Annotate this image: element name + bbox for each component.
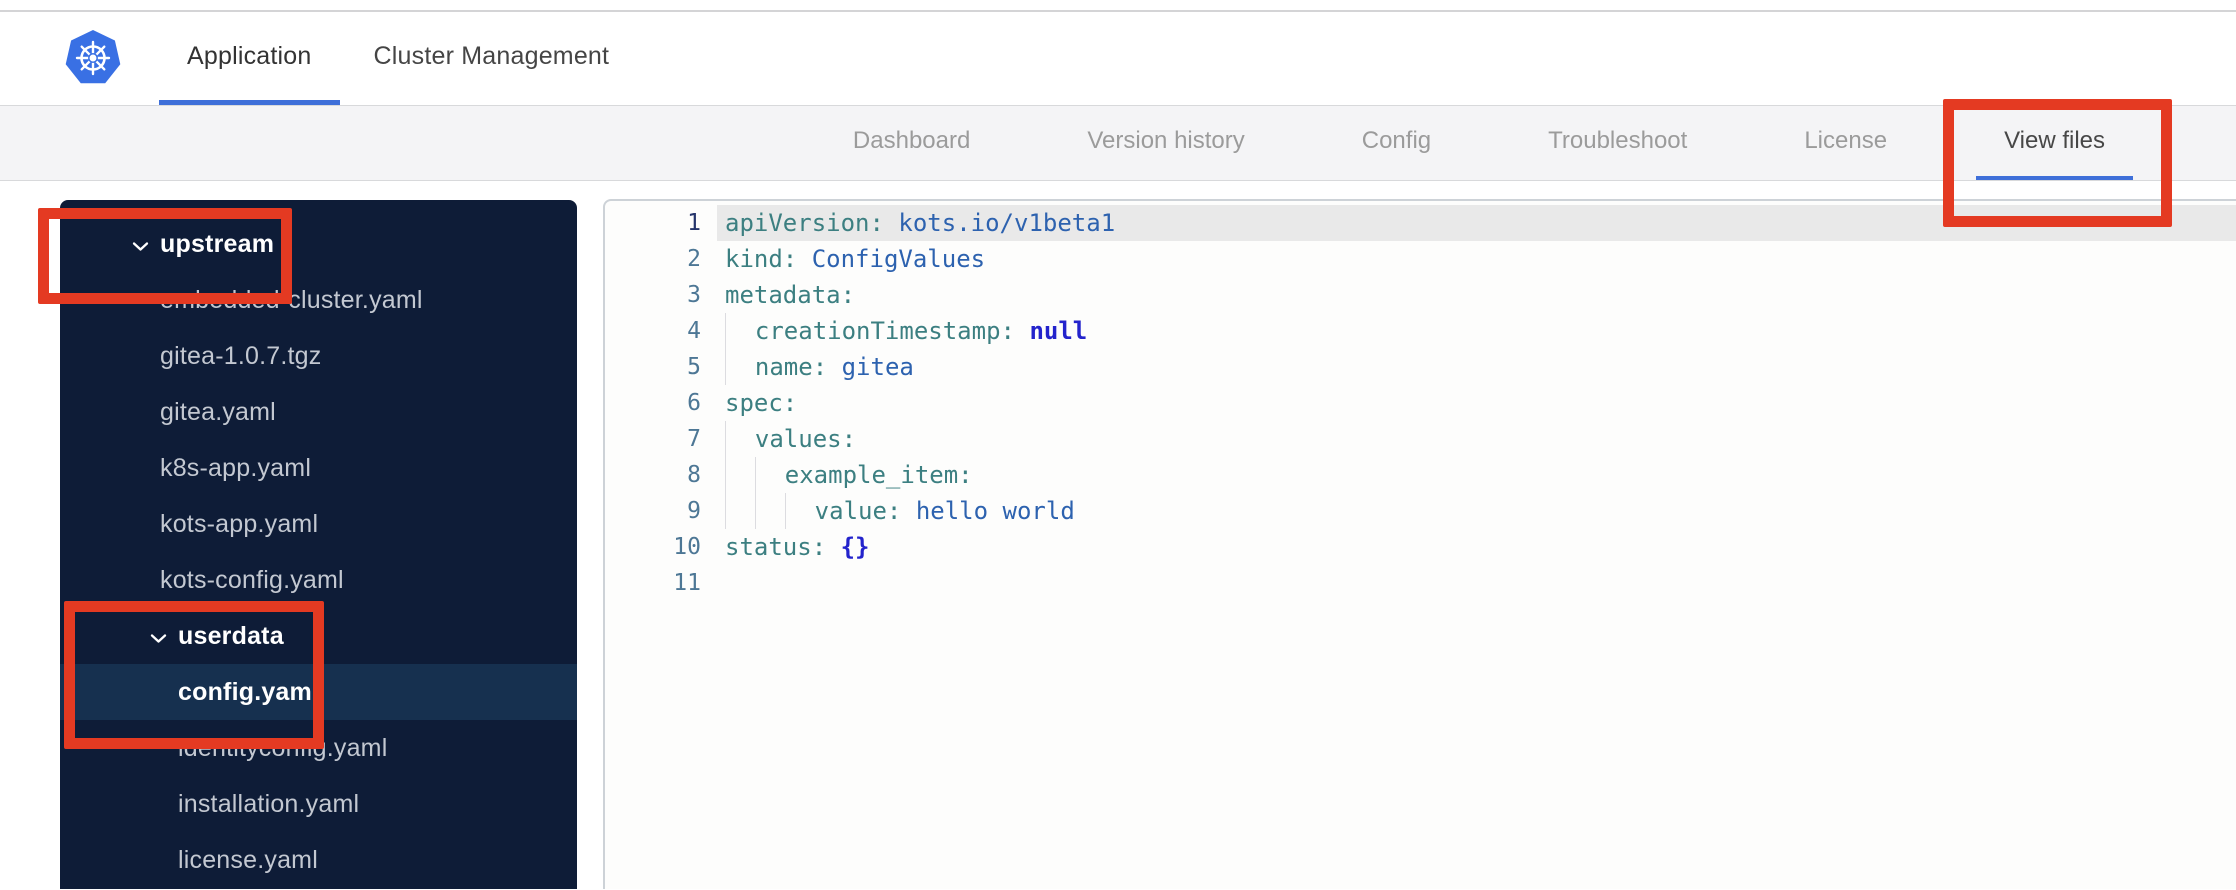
file-license-yaml[interactable]: license.yaml [60,832,577,888]
line-number: 9 [687,498,701,524]
file-label: gitea-1.0.7.tgz [160,341,322,370]
code-line-2: 2 kind: ConfigValues [605,241,2236,277]
file-label: license.yaml [178,845,318,874]
code-text: creationTimestamp: null [717,313,2236,349]
file-embedded-cluster-yaml[interactable]: embedded-cluster.yaml [60,272,577,328]
code-text: apiVersion: kots.io/v1beta1 [717,205,2236,241]
code-text: name: gitea [717,349,2236,385]
line-number: 6 [687,390,701,416]
line-number: 3 [687,282,701,308]
code-line-4: 4 creationTimestamp: null [605,313,2236,349]
code-text: example_item: [717,457,2236,493]
file-gitea-1-0-7-tgz[interactable]: gitea-1.0.7.tgz [60,328,577,384]
line-number: 5 [687,354,701,380]
file-kots-app-yaml[interactable]: kots-app.yaml [60,496,577,552]
indent-guide [725,493,755,529]
file-tree-sidebar: upstream embedded-cluster.yaml gitea-1.0.7… [60,200,577,889]
code-text: metadata: [725,281,856,309]
code-line-10: 10 status: {} [605,529,2236,565]
file-label: kots-app.yaml [160,509,319,538]
folder-label: userdata [178,621,284,650]
code-text: kind: ConfigValues [725,245,986,273]
indent-guide [725,421,755,457]
app-header: Application Cluster Management [0,12,2236,105]
code-text: spec: [725,389,798,417]
line-number: 11 [673,570,701,596]
folder-label: upstream [160,229,275,258]
chevron-down-icon [132,241,149,252]
code-text: value: hello world [717,493,2236,529]
nav-item-version-history[interactable]: Version history [1059,106,1272,180]
kubernetes-logo [64,29,122,87]
code-line-8: 8 example_item: [605,457,2236,493]
indent-guide [754,493,785,529]
code-line-3: 3 metadata: [605,277,2236,313]
header-tabs: Application Cluster Management [159,12,637,105]
browser-top-edge [0,0,2236,12]
indent-guide [784,493,815,529]
nav-item-license[interactable]: License [1776,106,1915,180]
file-label: identityconfig.yaml [178,733,388,762]
nav-item-dashboard[interactable]: Dashboard [825,106,998,180]
line-number: 1 [687,210,701,236]
nav-item-config[interactable]: Config [1334,106,1459,180]
line-number: 10 [673,534,701,560]
code-line-1: 1 apiVersion: kots.io/v1beta1 [605,205,2236,241]
line-number: 7 [687,426,701,452]
indent-guide [754,457,785,493]
file-label: kots-config.yaml [160,565,344,594]
line-number: 8 [687,462,701,488]
code-line-11: 11 [605,565,2236,601]
code-line-9: 9 value: hello world [605,493,2236,529]
folder-upstream[interactable]: upstream [60,216,577,272]
code-text: values: [717,421,2236,457]
line-number: 2 [687,246,701,272]
indent-guide [725,313,755,349]
main-content: upstream embedded-cluster.yaml gitea-1.0.7… [0,181,2236,889]
file-label: gitea.yaml [160,397,276,426]
code-text: status: {} [725,533,870,561]
nav-item-view-files[interactable]: View files [1976,106,2133,180]
file-label: k8s-app.yaml [160,453,312,482]
header-tab-application[interactable]: Application [159,12,340,105]
indent-guide [725,457,755,493]
header-tab-cluster-management[interactable]: Cluster Management [346,12,638,105]
file-label: config.yaml [178,677,320,706]
file-gitea-yaml[interactable]: gitea.yaml [60,384,577,440]
line-number: 4 [687,318,701,344]
file-kots-config-yaml[interactable]: kots-config.yaml [60,552,577,608]
file-label: installation.yaml [178,789,360,818]
app-nav: Dashboard Version history Config Troublesho… [0,105,2236,181]
file-installation-yaml[interactable]: installation.yaml [60,776,577,832]
code-line-7: 7 values: [605,421,2236,457]
folder-userdata[interactable]: userdata [60,608,577,664]
nav-item-troubleshoot[interactable]: Troubleshoot [1520,106,1715,180]
file-identityconfig-yaml[interactable]: identityconfig.yaml [60,720,577,776]
code-line-6: 6 spec: [605,385,2236,421]
yaml-file-viewer[interactable]: 1 apiVersion: kots.io/v1beta1 2 kind: Confi… [603,199,2236,889]
file-label: embedded-cluster.yaml [160,285,423,314]
file-config-yaml[interactable]: config.yaml [60,664,577,720]
code-line-5: 5 name: gitea [605,349,2236,385]
chevron-down-icon [150,633,167,644]
indent-guide [725,349,755,385]
file-k8s-app-yaml[interactable]: k8s-app.yaml [60,440,577,496]
